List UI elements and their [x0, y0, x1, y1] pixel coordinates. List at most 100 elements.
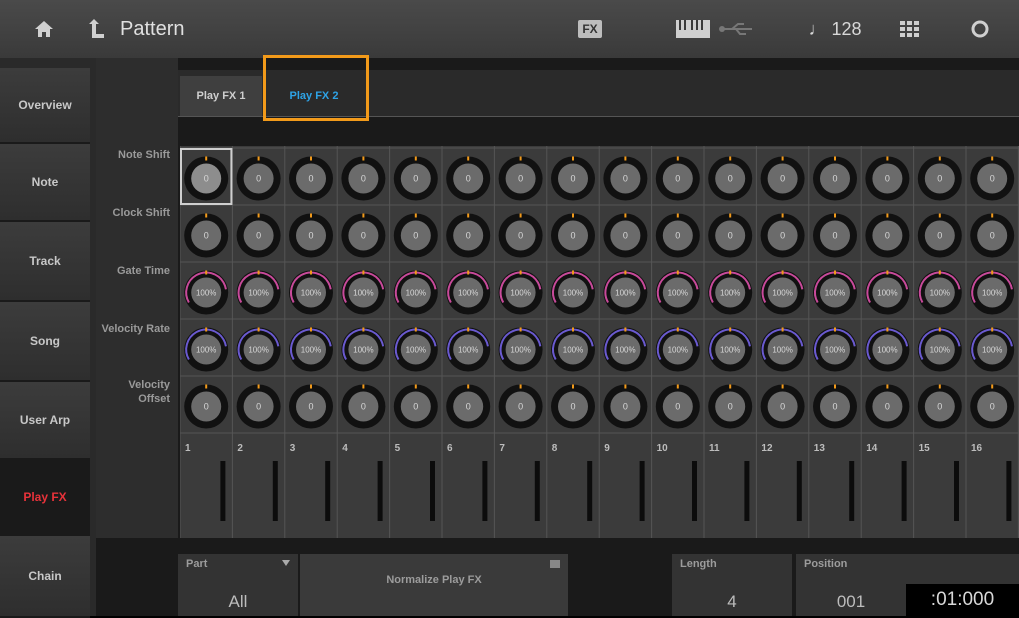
knob[interactable]: 0: [708, 156, 753, 201]
sidebar-item-overview[interactable]: Overview: [0, 68, 90, 144]
knob[interactable]: 0: [865, 156, 910, 201]
knob[interactable]: 100%: [965, 322, 1019, 377]
knob[interactable]: 0: [341, 384, 386, 429]
knob[interactable]: 0: [498, 156, 543, 201]
step-bar[interactable]: [272, 461, 278, 521]
knob[interactable]: 100%: [388, 322, 443, 377]
sidebar-item-track[interactable]: Track: [0, 222, 90, 302]
knob[interactable]: 100%: [860, 265, 915, 320]
knob[interactable]: 100%: [808, 265, 863, 320]
step-bar[interactable]: [325, 461, 331, 521]
knob[interactable]: 0: [184, 384, 229, 429]
step-bar[interactable]: [849, 461, 855, 521]
step-bar[interactable]: [796, 461, 802, 521]
knob[interactable]: 100%: [598, 322, 653, 377]
knob[interactable]: 0: [970, 384, 1015, 429]
home-button[interactable]: [0, 0, 88, 58]
knob[interactable]: 0: [970, 156, 1015, 201]
knob[interactable]: 100%: [703, 265, 758, 320]
knob[interactable]: 0: [236, 156, 281, 201]
quick-access-button[interactable]: [880, 0, 940, 58]
length-field[interactable]: Length 4: [672, 554, 792, 616]
knob[interactable]: 0: [760, 156, 805, 201]
knob[interactable]: 100%: [284, 265, 339, 320]
knob[interactable]: 0: [603, 213, 648, 258]
knob[interactable]: 100%: [755, 265, 810, 320]
knob[interactable]: 100%: [755, 322, 810, 377]
knob[interactable]: 100%: [336, 322, 391, 377]
knob[interactable]: 0: [289, 384, 333, 429]
sidebar-item-note[interactable]: Note: [0, 144, 90, 222]
knob[interactable]: 0: [813, 156, 857, 201]
knob[interactable]: 0: [603, 156, 648, 201]
step-bar[interactable]: [692, 461, 697, 521]
knob[interactable]: 0: [498, 384, 543, 429]
sidebar-item-play-fx[interactable]: Play FX: [0, 460, 90, 536]
step-bar[interactable]: [744, 461, 750, 521]
settings-button[interactable]: [940, 0, 1019, 58]
knob[interactable]: 0: [180, 148, 233, 205]
normalize-play-fx-button[interactable]: Normalize Play FX: [300, 554, 568, 616]
knob[interactable]: 0: [760, 213, 805, 258]
knob[interactable]: 100%: [808, 322, 863, 377]
step-bar[interactable]: [639, 461, 645, 521]
knob[interactable]: 0: [289, 213, 333, 258]
step-bar[interactable]: [1006, 461, 1012, 521]
knob[interactable]: 0: [393, 156, 438, 201]
knob[interactable]: 100%: [546, 265, 601, 320]
knob[interactable]: 0: [655, 213, 700, 258]
knob[interactable]: 0: [917, 156, 962, 201]
step-bar[interactable]: [587, 461, 593, 521]
knob[interactable]: 100%: [965, 265, 1019, 320]
knob[interactable]: 0: [446, 213, 491, 258]
part-selector[interactable]: Part All: [178, 554, 298, 616]
sidebar-item-chain[interactable]: Chain: [0, 536, 90, 618]
knob[interactable]: 0: [289, 156, 333, 201]
knob[interactable]: 100%: [441, 265, 496, 320]
knob[interactable]: 0: [708, 213, 753, 258]
step-bar[interactable]: [430, 461, 435, 521]
knob[interactable]: 100%: [231, 265, 286, 320]
step-bar[interactable]: [954, 461, 959, 521]
knob[interactable]: 100%: [912, 265, 967, 320]
knob[interactable]: 0: [498, 213, 543, 258]
knob[interactable]: 100%: [912, 322, 967, 377]
knob[interactable]: 100%: [650, 322, 705, 377]
knob[interactable]: 0: [446, 384, 491, 429]
knob[interactable]: 0: [551, 156, 595, 201]
knob[interactable]: 100%: [336, 265, 391, 320]
step-bar[interactable]: [377, 461, 383, 521]
knob[interactable]: 0: [865, 384, 910, 429]
knob[interactable]: 0: [236, 384, 281, 429]
step-bar[interactable]: [901, 461, 907, 521]
knob[interactable]: 100%: [231, 322, 286, 377]
knob[interactable]: 0: [393, 213, 438, 258]
knob[interactable]: 0: [393, 384, 438, 429]
knob[interactable]: 0: [446, 156, 491, 201]
sidebar-item-song[interactable]: Song: [0, 302, 90, 382]
knob[interactable]: 0: [551, 384, 595, 429]
knob[interactable]: 0: [760, 384, 805, 429]
step-bar[interactable]: [220, 461, 226, 521]
knob[interactable]: 100%: [703, 322, 758, 377]
knob[interactable]: 0: [184, 213, 229, 258]
knob[interactable]: 0: [236, 213, 281, 258]
knob[interactable]: 0: [813, 213, 857, 258]
knob[interactable]: 0: [708, 384, 753, 429]
tempo-button[interactable]: ♩ 128: [790, 0, 880, 58]
knob[interactable]: 0: [917, 213, 962, 258]
knob[interactable]: 100%: [493, 265, 548, 320]
fx-button[interactable]: FX: [560, 0, 620, 58]
knob[interactable]: 0: [970, 213, 1015, 258]
knob[interactable]: 100%: [388, 265, 443, 320]
knob[interactable]: 100%: [180, 322, 234, 377]
knob[interactable]: 0: [917, 384, 962, 429]
knob[interactable]: 0: [813, 384, 857, 429]
knob[interactable]: 100%: [493, 322, 548, 377]
position-field[interactable]: Position 001 :01:000: [796, 554, 1019, 616]
step-bar[interactable]: [534, 461, 540, 521]
knob[interactable]: 0: [865, 213, 910, 258]
knob[interactable]: 100%: [860, 322, 915, 377]
knob[interactable]: 0: [655, 156, 700, 201]
knob[interactable]: 0: [655, 384, 700, 429]
